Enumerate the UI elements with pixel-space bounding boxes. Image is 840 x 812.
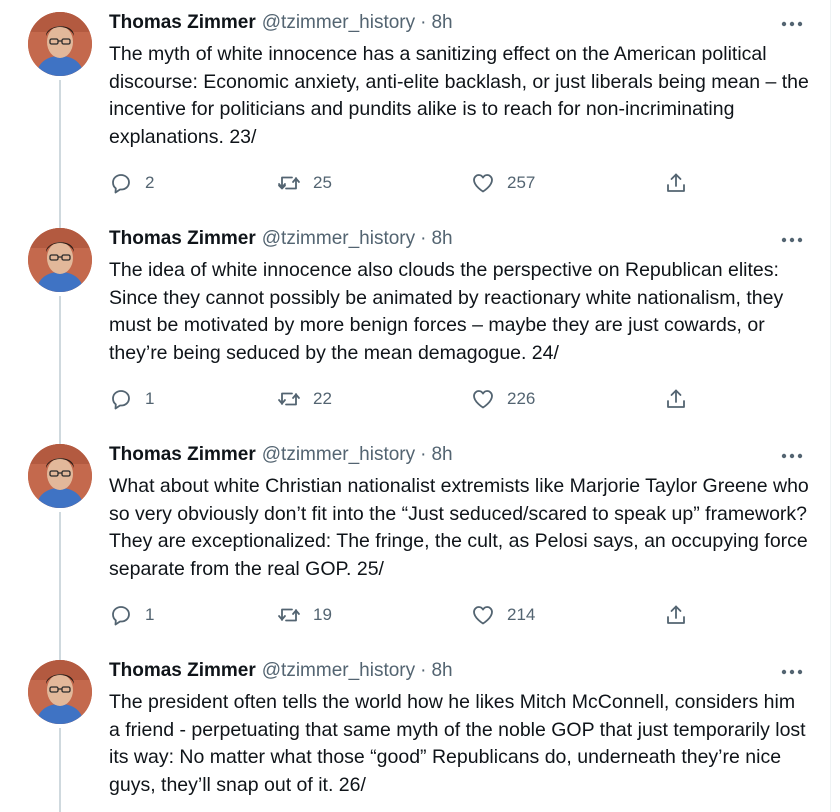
reply-icon [112, 606, 130, 626]
reply-count: 1 [145, 605, 155, 624]
more-options-button[interactable] [778, 230, 806, 250]
tweet-text: The president often tells the world how … [109, 691, 806, 796]
author-name[interactable]: Thomas Zimmer [109, 444, 256, 466]
thread-connector-line [59, 512, 61, 648]
author-name[interactable]: Thomas Zimmer [109, 660, 256, 682]
tweet-24[interactable]: Thomas Zimmer @tzimmer_history · 8h The … [0, 216, 830, 432]
more-horizontal-icon [781, 669, 803, 675]
more-horizontal-icon [781, 453, 803, 459]
separator-dot: · [420, 444, 427, 465]
retweet-count: 19 [313, 605, 332, 624]
heart-icon [473, 606, 493, 625]
like-button[interactable]: 214 [471, 598, 535, 632]
reply-button[interactable]: 2 [109, 166, 154, 200]
author-handle[interactable]: @tzimmer_history [262, 12, 415, 34]
tweet-text: What about white Christian nationalist e… [109, 475, 809, 580]
retweet-icon [278, 608, 300, 622]
thread-connector-line [59, 216, 61, 228]
tweet-timestamp[interactable]: 8h [431, 660, 452, 682]
avatar[interactable] [28, 228, 92, 292]
reply-icon [112, 174, 130, 194]
separator-dot: · [420, 12, 427, 33]
author-handle[interactable]: @tzimmer_history [262, 228, 415, 250]
retweet-button[interactable]: 19 [277, 598, 332, 632]
reply-button[interactable]: 1 [109, 382, 154, 416]
more-options-button[interactable] [778, 446, 806, 466]
tweet-text: The idea of white innocence also clouds … [109, 259, 784, 364]
separator-dot: · [420, 228, 427, 249]
share-icon [667, 389, 685, 408]
like-count: 226 [507, 389, 536, 408]
share-button[interactable] [664, 166, 688, 200]
avatar[interactable] [28, 12, 92, 76]
retweet-icon [278, 392, 300, 406]
author-handle[interactable]: @tzimmer_history [262, 660, 415, 682]
retweet-count: 25 [313, 173, 332, 192]
reply-icon [112, 390, 130, 410]
thread-connector-line [59, 728, 61, 812]
tweet-text: The myth of white innocence has a saniti… [109, 43, 809, 148]
more-options-button[interactable] [778, 662, 806, 682]
like-button[interactable]: 226 [471, 382, 535, 416]
more-options-button[interactable] [778, 14, 806, 34]
retweet-count: 22 [313, 389, 332, 408]
tweet-23[interactable]: Thomas Zimmer @tzimmer_history · 8h The … [0, 0, 830, 216]
heart-icon [473, 390, 493, 409]
thread-connector-line [59, 80, 61, 216]
reply-count: 1 [145, 389, 155, 408]
like-button[interactable]: 257 [471, 166, 535, 200]
share-icon [667, 173, 685, 192]
like-count: 257 [507, 173, 536, 192]
author-name[interactable]: Thomas Zimmer [109, 228, 256, 250]
thread-connector-line [59, 648, 61, 660]
tweet-actions: 1 19 214 [109, 598, 699, 632]
tweet-26[interactable]: Thomas Zimmer @tzimmer_history · 8h The … [0, 648, 830, 812]
author-handle[interactable]: @tzimmer_history [262, 444, 415, 466]
tweet-timestamp[interactable]: 8h [431, 12, 452, 34]
tweet-actions: 2 25 257 [109, 166, 699, 200]
retweet-icon [278, 176, 300, 190]
reply-count: 2 [145, 173, 155, 192]
retweet-button[interactable]: 25 [277, 166, 332, 200]
tweet-timestamp[interactable]: 8h [431, 444, 452, 466]
heart-icon [473, 174, 493, 193]
tweet-actions: 1 22 226 [109, 382, 699, 416]
avatar[interactable] [28, 444, 92, 508]
more-horizontal-icon [781, 21, 803, 27]
retweet-button[interactable]: 22 [277, 382, 332, 416]
share-button[interactable] [664, 598, 688, 632]
avatar[interactable] [28, 660, 92, 724]
reply-button[interactable]: 1 [109, 598, 154, 632]
tweet-25[interactable]: Thomas Zimmer @tzimmer_history · 8h What… [0, 432, 830, 648]
thread-connector-line [59, 432, 61, 444]
share-button[interactable] [664, 382, 688, 416]
thread-connector-line [59, 296, 61, 432]
more-horizontal-icon [781, 237, 803, 243]
tweet-timestamp[interactable]: 8h [431, 228, 452, 250]
separator-dot: · [420, 660, 427, 681]
like-count: 214 [507, 605, 536, 624]
tweet-thread: Thomas Zimmer @tzimmer_history · 8h The … [0, 0, 831, 812]
share-icon [667, 605, 685, 624]
author-name[interactable]: Thomas Zimmer [109, 12, 256, 34]
